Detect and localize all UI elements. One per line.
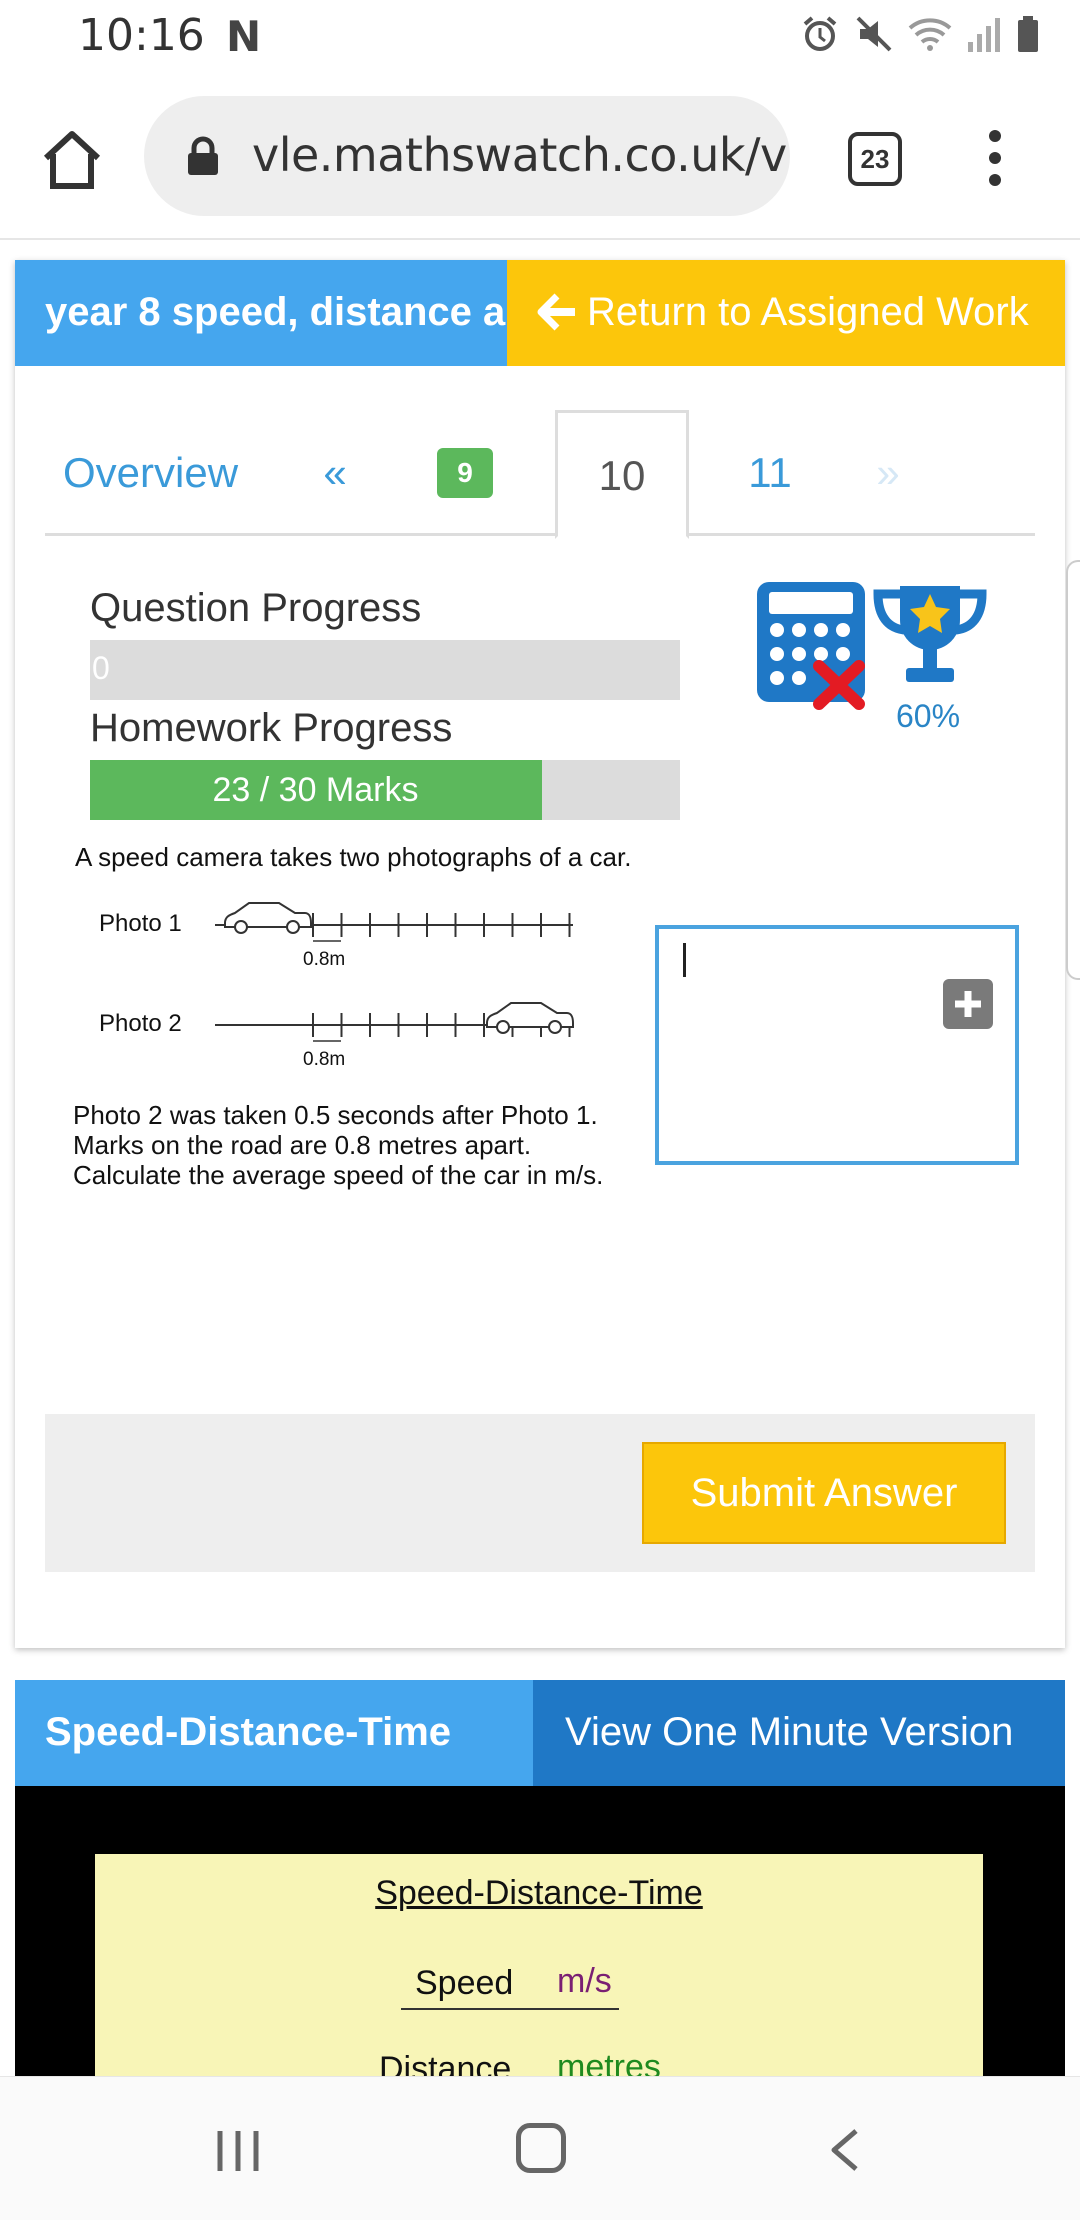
homework-progress-text: 23 / 30 Marks [212, 771, 419, 809]
view-one-minute-label: View One Minute Version [565, 1710, 1014, 1754]
video-title-text: Speed-Distance-Time [45, 1710, 452, 1754]
submit-answer-button[interactable]: Submit Answer [642, 1442, 1006, 1544]
answer-input[interactable] [655, 925, 1019, 1165]
lock-icon [188, 136, 218, 175]
slide-title: Speed-Distance-Time [375, 1874, 703, 1912]
home-icon [43, 131, 101, 189]
url-text: vle.mathswatch.co.uk/vl [252, 128, 790, 182]
status-icons [800, 14, 1040, 58]
text-caret [683, 943, 686, 977]
calculator-not-allowed-icon [757, 582, 865, 710]
homework-progress-bar: 23 / 30 Marks [90, 760, 680, 820]
tab-question-11[interactable]: 11 [705, 410, 835, 536]
photo2-label: Photo 2 [99, 1010, 182, 1037]
slide-distance-term: Distance [379, 2050, 512, 2076]
status-time: 10:16 [78, 10, 205, 61]
tab-question-10[interactable]: 10 [555, 410, 689, 539]
car-icon-photo1 [224, 902, 312, 934]
tab-next[interactable]: » [863, 410, 913, 536]
slide-speed-unit: m/s [557, 1962, 612, 2000]
homework-title-text: year 8 speed, distance ar [45, 290, 507, 334]
homework-progress-label: Homework Progress [90, 706, 453, 750]
return-to-assigned-work-button[interactable]: Return to Assigned Work [507, 260, 1065, 366]
alarm-icon [800, 14, 840, 59]
wifi-icon [908, 14, 952, 59]
speed-camera-diagram: Photo 1 0.8m Photo 2 0.8m [99, 902, 574, 1070]
video-player[interactable]: Speed-Distance-Time Speed m/s Distance m… [15, 1786, 1065, 2076]
mute-icon [854, 14, 894, 59]
card-header: year 8 speed, distance ar Return to Assi… [15, 260, 1065, 366]
tab-switcher-button[interactable]: 23 [848, 132, 902, 186]
view-one-minute-version-button[interactable]: View One Minute Version [533, 1680, 1065, 1786]
question-line-1: Photo 2 was taken 0.5 seconds after Phot… [73, 1100, 598, 1130]
submit-area: Submit Answer [45, 1414, 1035, 1572]
recent-apps-icon[interactable] [214, 2129, 262, 2173]
homework-title: year 8 speed, distance ar [15, 260, 507, 366]
completed-badge: 9 [437, 447, 493, 498]
question-tabs: Overview « 9 10 11 » [45, 410, 1035, 539]
scrollbar-handle[interactable] [1066, 560, 1080, 980]
plus-icon[interactable] [943, 979, 993, 1029]
back-icon[interactable] [826, 2127, 862, 2173]
menu-icon[interactable] [980, 126, 1010, 196]
battery-icon [1016, 14, 1040, 59]
arrow-left-icon [537, 293, 575, 331]
car-icon-photo2 [486, 1002, 574, 1034]
photo1-label: Photo 1 [99, 910, 182, 937]
trophy-percent: 60% [895, 698, 961, 734]
question-card: year 8 speed, distance ar Return to Assi… [15, 260, 1065, 1648]
question-line-2: Marks on the road are 0.8 metres apart. [73, 1130, 532, 1160]
slide-divider [401, 2008, 619, 2010]
notification-n-icon: N [226, 12, 262, 61]
home-nav-icon[interactable] [516, 2123, 566, 2173]
trophy-icon [873, 586, 987, 682]
question-progress-label: Question Progress [90, 586, 422, 630]
question-text: Photo 2 was taken 0.5 seconds after Phot… [73, 1100, 603, 1190]
video-title: Speed-Distance-Time [15, 1680, 533, 1786]
signal-icon [966, 14, 1002, 59]
browser-toolbar: vle.mathswatch.co.uk/vl 23 [0, 76, 1080, 240]
home-button[interactable] [40, 128, 104, 192]
video-section-header: Speed-Distance-Time View One Minute Vers… [15, 1680, 1065, 1786]
tab-previous[interactable]: « [315, 410, 355, 536]
slide-distance-unit: metres [557, 2048, 661, 2076]
mark-label-photo2: 0.8m [303, 1049, 345, 1070]
mark-label-photo1: 0.8m [303, 949, 345, 970]
question-intro: A speed camera takes two photographs of … [75, 842, 632, 872]
question-progress-bar: 0 [90, 640, 680, 700]
question-line-3: Calculate the average speed of the car i… [73, 1160, 604, 1190]
video-slide: Speed-Distance-Time Speed m/s Distance m… [95, 1854, 983, 2076]
tab-question-9[interactable]: 9 [435, 410, 495, 536]
system-nav-bar [0, 2076, 1080, 2220]
slide-speed-term: Speed [415, 1964, 514, 2002]
status-bar: 10:16 N [0, 0, 1080, 76]
tab-overview[interactable]: Overview [45, 410, 245, 536]
question-progress-value: 0 [92, 650, 110, 686]
return-label: Return to Assigned Work [587, 290, 1029, 334]
address-bar[interactable]: vle.mathswatch.co.uk/vl [144, 96, 790, 216]
